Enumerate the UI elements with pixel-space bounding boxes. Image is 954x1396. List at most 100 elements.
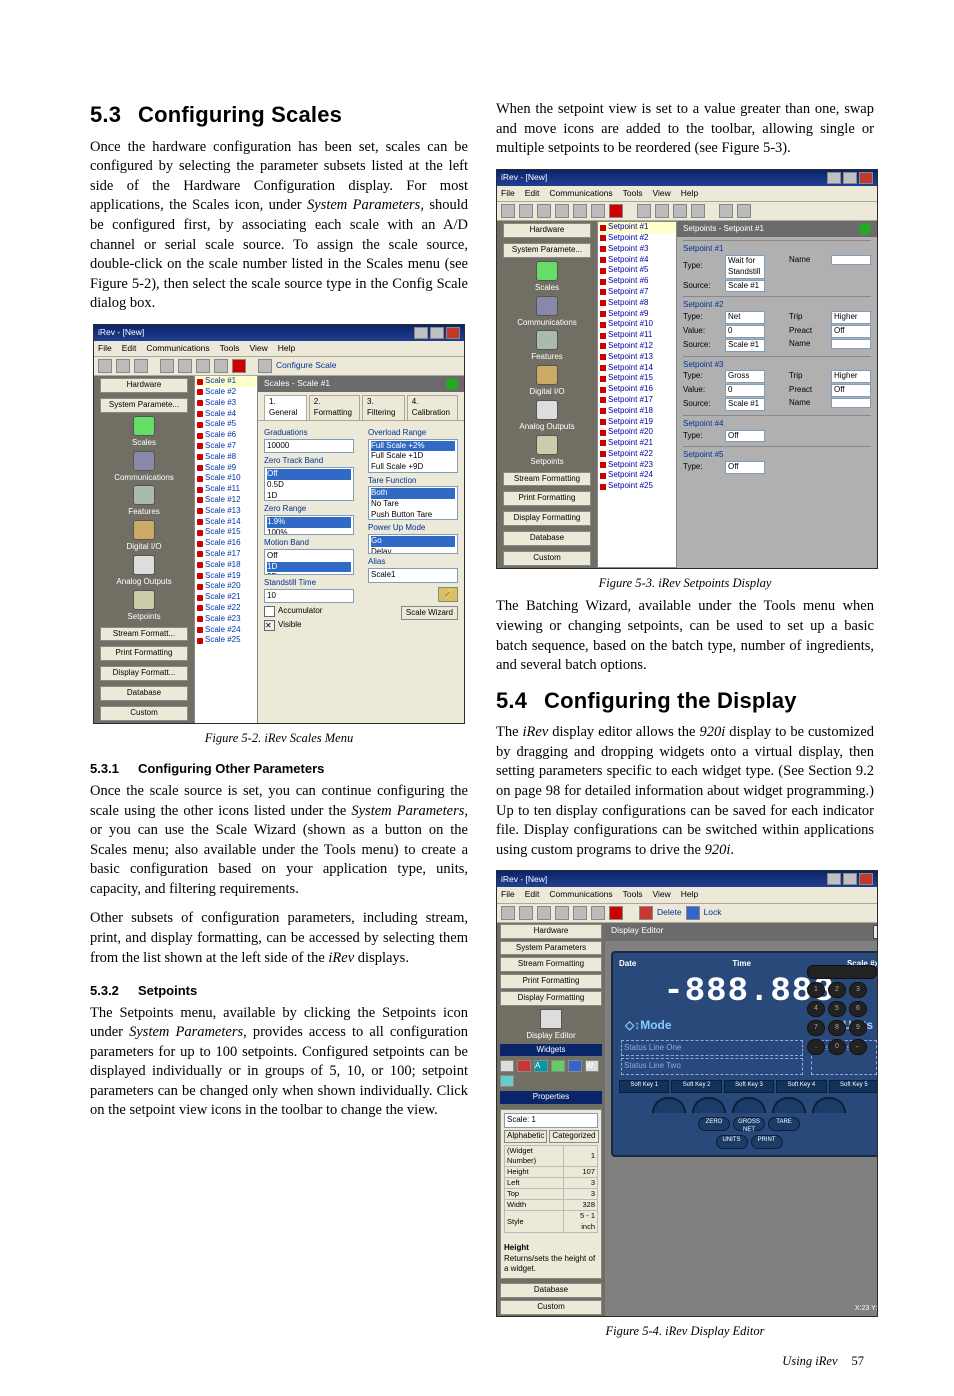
new-icon[interactable]: [98, 359, 112, 373]
visible-checkbox[interactable]: ✕: [264, 620, 275, 631]
scale-list-item[interactable]: Scale #22: [195, 603, 257, 614]
analog-out-icon[interactable]: [133, 555, 155, 575]
view-5-icon[interactable]: [655, 204, 669, 218]
setpoint-list-item[interactable]: Setpoint #12: [598, 341, 676, 352]
scales-icon[interactable]: [133, 416, 155, 436]
keypad-key[interactable]: 3: [849, 982, 867, 998]
softkey-row[interactable]: Soft Key 1 Soft Key 2 Soft Key 3 Soft Ke…: [619, 1080, 878, 1093]
setpoint-list-item[interactable]: Setpoint #13: [598, 352, 676, 363]
keypad-key[interactable]: 9: [849, 1020, 867, 1036]
copy-icon[interactable]: [196, 359, 210, 373]
scale-list-item[interactable]: Scale #7: [195, 441, 257, 452]
swap-icon[interactable]: [719, 204, 733, 218]
config-icon[interactable]: [258, 359, 272, 373]
scale-list-item[interactable]: Scale #1: [195, 376, 257, 387]
close-icon[interactable]: [446, 327, 460, 339]
scale-list-item[interactable]: Scale #23: [195, 614, 257, 625]
keypad-key[interactable]: 2: [828, 982, 846, 998]
setpoint-list-item[interactable]: Setpoint #11: [598, 330, 676, 341]
alias-input[interactable]: Scale1: [368, 568, 458, 583]
keypad-key[interactable]: 6: [849, 1001, 867, 1017]
motion-band-list[interactable]: Off 1D 3D: [264, 549, 354, 575]
setpoint-list-item[interactable]: Setpoint #16: [598, 384, 676, 395]
setpoint-list-item[interactable]: Setpoint #22: [598, 449, 676, 460]
setpoint-list-item[interactable]: Setpoint #6: [598, 276, 676, 287]
scale-list-item[interactable]: Scale #24: [195, 625, 257, 636]
tab-strip[interactable]: 1. General 2. Formatting 3. Filtering 4.…: [258, 392, 464, 421]
setpoint-list-item[interactable]: Setpoint #8: [598, 298, 676, 309]
setpoint-list-item[interactable]: Setpoint #19: [598, 417, 676, 428]
scale-list-item[interactable]: Scale #25: [195, 635, 257, 646]
scale-list-item[interactable]: Scale #17: [195, 549, 257, 560]
setpoint-list[interactable]: Setpoint #1Setpoint #2Setpoint #3Setpoin…: [597, 221, 677, 567]
keypad-key[interactable]: .: [807, 1039, 825, 1055]
sync-icon[interactable]: [446, 378, 458, 390]
scale-list-item[interactable]: Scale #11: [195, 484, 257, 495]
scale-list-item[interactable]: Scale #5: [195, 419, 257, 430]
zero-track-band-list[interactable]: Off 0.5D 1D 3D: [264, 467, 354, 501]
widget-palette[interactable]: A W: [500, 1060, 602, 1087]
setpoint-list-item[interactable]: Setpoint #3: [598, 244, 676, 255]
power-up-mode-list[interactable]: Go Delay: [368, 534, 458, 554]
keypad-key[interactable]: 5: [828, 1001, 846, 1017]
comm-icon[interactable]: [133, 451, 155, 471]
scale-list[interactable]: Scale #1Scale #2Scale #3Scale #4Scale #5…: [194, 376, 258, 722]
detach-icon[interactable]: [873, 925, 878, 939]
scale-list-item[interactable]: Scale #13: [195, 506, 257, 517]
scale-select[interactable]: Scale: 1: [504, 1113, 598, 1128]
print-icon[interactable]: [160, 359, 174, 373]
minimize-icon[interactable]: [414, 327, 428, 339]
view-1-icon[interactable]: [637, 204, 651, 218]
graduations-input[interactable]: 10000: [264, 439, 354, 454]
setpoint-list-item[interactable]: Setpoint #20: [598, 427, 676, 438]
nav-key[interactable]: [807, 965, 877, 979]
scale-list-item[interactable]: Scale #10: [195, 473, 257, 484]
sidebar[interactable]: Hardware System Paramete... Scales Commu…: [94, 376, 194, 722]
scale-list-item[interactable]: Scale #4: [195, 409, 257, 420]
scale-list-item[interactable]: Scale #21: [195, 592, 257, 603]
keypad-key[interactable]: 1: [807, 982, 825, 998]
setpoint-list-item[interactable]: Setpoint #14: [598, 363, 676, 374]
delete-icon[interactable]: [639, 906, 653, 920]
open-icon[interactable]: [116, 359, 130, 373]
setpoint-list-item[interactable]: Setpoint #10: [598, 319, 676, 330]
setpoint-list-item[interactable]: Setpoint #2: [598, 233, 676, 244]
keypad-key[interactable]: 7: [807, 1020, 825, 1036]
scale-list-item[interactable]: Scale #19: [195, 571, 257, 582]
zero-range-list[interactable]: 1.9% 100%: [264, 515, 354, 535]
scale-list-item[interactable]: Scale #14: [195, 517, 257, 528]
standstill-time-input[interactable]: 10: [264, 589, 354, 604]
move-icon[interactable]: [737, 204, 751, 218]
setpoint-list-item[interactable]: Setpoint #21: [598, 438, 676, 449]
setpoint-list-item[interactable]: Setpoint #25: [598, 481, 676, 492]
scale-wizard-button[interactable]: Scale Wizard: [401, 606, 458, 621]
display-editor-sidebar[interactable]: Hardware System Parameters Stream Format…: [497, 923, 605, 1316]
display-editor-icon[interactable]: [540, 1009, 562, 1029]
setpoint-list-item[interactable]: Setpoint #23: [598, 460, 676, 471]
save-icon[interactable]: [134, 359, 148, 373]
setpoint-list-item[interactable]: Setpoint #24: [598, 470, 676, 481]
setpoint-list-item[interactable]: Setpoint #17: [598, 395, 676, 406]
accumulator-checkbox[interactable]: [264, 606, 275, 617]
setpoint-list-item[interactable]: Setpoint #18: [598, 406, 676, 417]
toolbar[interactable]: Configure Scale: [94, 357, 464, 376]
display-canvas[interactable]: Date Time Scale #x -888.888 ◇↕ModeUnits …: [605, 941, 878, 1316]
menu-bar[interactable]: FileEdit CommunicationsTools ViewHelp: [94, 341, 464, 357]
keypad-key[interactable]: 0: [828, 1039, 846, 1055]
digital-io-icon[interactable]: [133, 520, 155, 540]
scale-list-item[interactable]: Scale #12: [195, 495, 257, 506]
scale-list-item[interactable]: Scale #8: [195, 452, 257, 463]
setpoint-list-item[interactable]: Setpoint #4: [598, 255, 676, 266]
scale-list-item[interactable]: Scale #6: [195, 430, 257, 441]
setpoints-icon[interactable]: [133, 590, 155, 610]
setpoint-list-item[interactable]: Setpoint #7: [598, 287, 676, 298]
tare-function-list[interactable]: Both No Tare Push Button Tare Keyed Tare: [368, 486, 458, 520]
keypad-key[interactable]: 8: [828, 1020, 846, 1036]
setpoint-list-item[interactable]: Setpoint #1: [598, 222, 676, 233]
keypad-key[interactable]: ←: [849, 1039, 867, 1055]
keypad[interactable]: 123456789.0←: [807, 965, 878, 1055]
scale-list-item[interactable]: Scale #15: [195, 527, 257, 538]
wizard-icon-button[interactable]: 🪄: [438, 587, 458, 602]
scale-list-item[interactable]: Scale #3: [195, 398, 257, 409]
properties-panel[interactable]: Scale: 1 Alphabetic Categorized (Widget …: [500, 1109, 602, 1279]
